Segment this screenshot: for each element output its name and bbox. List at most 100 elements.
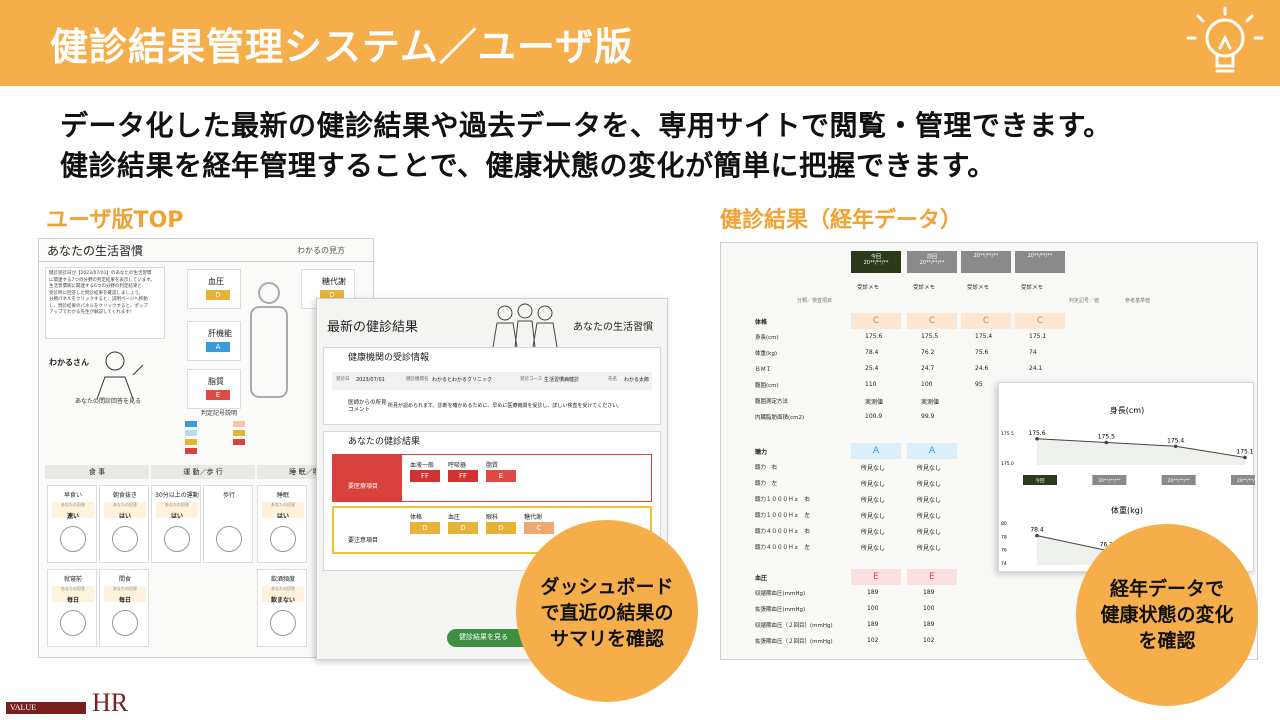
habit-card[interactable]: 睡眠 あなたの回答 はい (257, 485, 307, 563)
left-section-title: ユーザ版TOP (46, 208, 184, 233)
row-label: 収縮期血圧（２回目）(mmHg) (755, 623, 833, 629)
group-title: 血圧 (755, 575, 768, 582)
value-cell: 24.6 (975, 365, 989, 372)
row-label: 身長(cm) (755, 335, 779, 341)
how-to-link[interactable]: わかるの見方 (297, 247, 345, 255)
habit-card[interactable]: 30分以上の運動 あなたの回答 はい (151, 485, 201, 563)
data-point (1104, 440, 1109, 445)
habit-card[interactable]: 朝食抜き あなたの回答 はい (99, 485, 149, 563)
value-cell: 78.4 (865, 349, 879, 356)
care-item-label: 呼吸器 (448, 462, 467, 469)
watch-item-label: 糖代謝 (524, 514, 543, 521)
habit-illustration (216, 526, 242, 552)
value-cell: 25.4 (865, 365, 879, 372)
tick-label: 76 (1001, 548, 1007, 554)
grade-cell: C (1015, 313, 1065, 329)
need-watch-label: 要注意項目 (348, 537, 379, 544)
watch-item-label: 血圧 (448, 514, 461, 521)
habit-card[interactable]: 就寝前 あなたの回答 毎日 (47, 569, 97, 647)
data-point (1243, 455, 1247, 460)
category-card[interactable]: 脂質 E (187, 369, 241, 409)
category-card[interactable]: 血圧 D (187, 269, 241, 309)
x-tick-label: 今回 (1036, 477, 1045, 484)
group-title: 体格 (755, 319, 768, 326)
right-section-title: 健診結果（経年データ） (720, 208, 963, 233)
value-cell: 95 (975, 381, 983, 388)
care-item-grade: FF (448, 470, 478, 482)
tick-label: 175.0 (1001, 461, 1014, 467)
callout-yearly: 経年データで 健康状態の変化 を確認 (1076, 524, 1258, 706)
data-label: 175.4 (1167, 437, 1184, 444)
habit-card[interactable]: 間食 あなたの回答 毎日 (99, 569, 149, 647)
row-label: 拡張期血圧（２回目）(mmHg) (755, 639, 833, 645)
category-card[interactable]: 肝機能 A (187, 321, 241, 361)
habit-illustration (60, 526, 86, 552)
data-label: 175.1 (1236, 449, 1253, 456)
value-cell: 24.1 (1029, 365, 1043, 372)
value-cell: 100.9 (865, 413, 883, 420)
doctor-comment: 所見が認められます。診断を確かめるために、早めに医療機関を受診し、詳しい検査を受… (388, 403, 623, 409)
data-point (1035, 533, 1039, 538)
x-tick-label: 20**/**/** (1168, 478, 1191, 484)
x-tick-label: 20**/**/** (1237, 478, 1255, 484)
year-column-header[interactable]: 20**/**/** (961, 251, 1011, 273)
data-label: 175.6 (1028, 430, 1045, 437)
questionnaire-link[interactable]: あなたの問診回答を見る (75, 399, 141, 405)
value-cell: 実測値 (865, 399, 884, 406)
lead-text-1: データ化した最新の健診結果や過去データを、専用サイトで閲覧・管理できます。 (60, 109, 1112, 142)
doctor-illustration (96, 351, 144, 400)
habit-illustration (60, 610, 86, 636)
domain-header: 食 事 (45, 465, 149, 479)
row-label: 拡張期血圧(mmHg) (755, 607, 806, 613)
year-column-header[interactable]: 前回 20**/**/** (907, 251, 957, 273)
callout-dashboard: ダッシュボード で直近の結果の サマリを確認 (516, 520, 698, 702)
comment-label: 医師からの所見コメント (348, 400, 387, 413)
care-item-label: 脂質 (486, 462, 499, 469)
habit-card[interactable]: 歩行 (203, 485, 253, 563)
data-label: 175.5 (1098, 434, 1115, 441)
year-column-header[interactable]: 今回 20**/**/** (851, 251, 901, 273)
grade-cell: C (907, 313, 957, 329)
lifestyle-intro: 健診受診日が【2023/07/01】のあなたの生活習慣 に関連する7つの分野の判定… (45, 267, 165, 339)
year-column-header[interactable]: 20**/**/** (1015, 251, 1065, 273)
watch-item-grade: D (486, 522, 516, 534)
memo-link[interactable]: 受診メモ (913, 283, 935, 291)
header-bar: 健診結果管理システム／ユーザ版 (0, 0, 1280, 86)
watch-item-label: 眼科 (486, 514, 499, 521)
company-logo: VALUE HR (0, 684, 140, 720)
value-cell: 100 (921, 381, 933, 388)
value-cell: 110 (865, 381, 877, 388)
lead-text-2: 健診結果を経年管理することで、健康状態の変化が簡単に把握できます。 (60, 149, 996, 182)
row-label: 収縮期血圧(mmHg) (755, 591, 806, 597)
chart-title: 身長(cm) (1110, 405, 1144, 415)
watch-item-grade: D (410, 522, 440, 534)
row-label: 腹囲(cm) (755, 383, 779, 389)
memo-link[interactable]: 受診メモ (857, 283, 879, 291)
grade-cell: C (851, 313, 901, 329)
value-cell: 175.5 (921, 333, 939, 340)
value-cell: 75.6 (975, 349, 989, 356)
watch-item-label: 体格 (410, 514, 423, 521)
tick-label: 74 (1001, 561, 1007, 567)
memo-link[interactable]: 受診メモ (967, 283, 989, 291)
habit-illustration (112, 610, 138, 636)
body-figure (250, 282, 288, 398)
habit-card[interactable]: 飲酒頻度 あなたの回答 飲まない (257, 569, 307, 647)
legend-title: 判定記号説明 (201, 410, 238, 417)
memo-link[interactable]: 受診メモ (1021, 283, 1043, 291)
value-cell: 175.4 (975, 333, 993, 340)
watch-item-grade: D (448, 522, 478, 534)
watch-item-grade: C (524, 522, 554, 534)
data-point (1035, 436, 1039, 441)
row-label: 聴力１０００Ｈｚ 左 (755, 513, 811, 519)
row-label: 聴力４０００Ｈｚ 左 (755, 545, 811, 551)
habit-card[interactable]: 早食い あなたの回答 速い (47, 485, 97, 563)
row-label: ＢＭＩ (755, 367, 772, 373)
tick-label: 80 (1001, 521, 1007, 527)
view-dropdown[interactable]: あなたの生活習慣 (573, 323, 653, 333)
care-item-grade: FF (410, 470, 440, 482)
domain-header: 運 動／歩 行 (151, 465, 255, 479)
value-cell: 175.1 (1029, 333, 1047, 340)
divider (39, 261, 373, 262)
tick-label: 78 (1001, 534, 1007, 540)
